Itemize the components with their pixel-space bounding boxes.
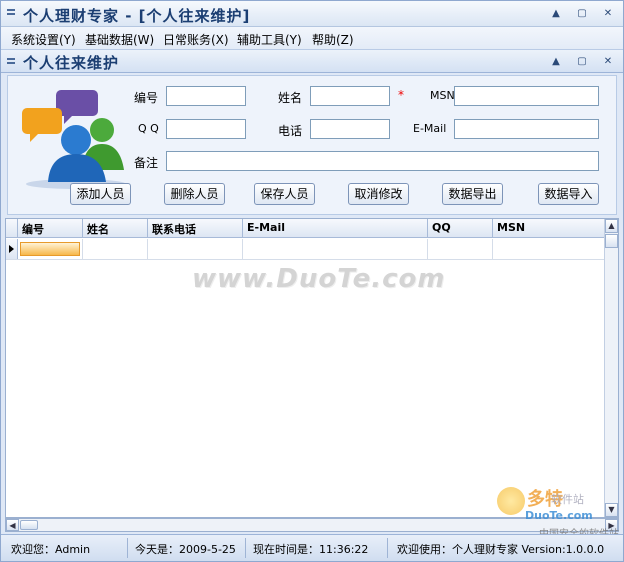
column-header-phone[interactable]: 联系电话 (148, 219, 243, 237)
delete-person-button[interactable]: 删除人员 (164, 183, 225, 205)
table-cell[interactable] (148, 239, 243, 259)
menu-tools[interactable]: 辅助工具(Y) (237, 31, 302, 48)
status-divider (127, 538, 128, 558)
column-header-qq[interactable]: QQ (428, 219, 493, 237)
contact-form-panel: 编号 姓名 * MSN Q Q 电话 E-Mail 备注 添加人员 删除人员 保… (7, 75, 617, 215)
table-header: 编号 姓名 联系电话 E-Mail QQ MSN (6, 219, 604, 238)
status-time: 现在时间是：11:36:22 (253, 543, 369, 556)
msn-field[interactable] (454, 86, 599, 106)
status-divider (387, 538, 388, 558)
name-label: 姓名 (278, 91, 303, 105)
restore-icon[interactable]: ▢ (575, 7, 589, 21)
name-field[interactable] (310, 86, 390, 106)
child-window-title: 个人往来维护 (23, 54, 120, 72)
app-window: 个人理财专家 - [个人往来维护] ▲ ▢ ✕ 系统设置(Y) 基础数据(W) … (0, 0, 624, 562)
title-bar[interactable]: 个人理财专家 - [个人往来维护] ▲ ▢ ✕ (1, 1, 623, 27)
sun-logo-icon (497, 487, 525, 515)
table-row[interactable] (6, 239, 604, 260)
logo-url: DuoTe.com (525, 509, 593, 522)
status-bar: 欢迎您：Admin 今天是：2009-5-25 现在时间是：11:36:22 欢… (1, 534, 623, 561)
child-restore-icon[interactable]: ▢ (575, 55, 589, 69)
required-marker: * (398, 88, 404, 102)
column-header-name[interactable]: 姓名 (83, 219, 148, 237)
add-person-button[interactable]: 添加人员 (70, 183, 131, 205)
qq-label: Q Q (138, 122, 159, 135)
msn-label: MSN (430, 89, 455, 102)
table-cell[interactable] (493, 239, 604, 259)
duote-watermark: www.DuoTe.com (192, 264, 446, 294)
child-window-menu-icon[interactable] (7, 58, 15, 67)
table-cell[interactable] (428, 239, 493, 259)
menu-help[interactable]: 帮助(Z) (312, 31, 354, 48)
export-data-button[interactable]: 数据导出 (442, 183, 503, 205)
status-version: 欢迎使用：个人理财专家 Version:1.0.0.0 (397, 543, 605, 556)
id-field[interactable] (166, 86, 246, 106)
email-field[interactable] (454, 119, 599, 139)
child-window-title-bar[interactable]: 个人往来维护 ▲ ▢ ✕ (1, 49, 623, 73)
import-data-button[interactable]: 数据导入 (538, 183, 599, 205)
window-menu-icon[interactable] (7, 9, 15, 18)
vertical-scroll-thumb[interactable] (605, 234, 618, 248)
active-cell-highlight (20, 242, 80, 256)
phone-label: 电话 (278, 124, 303, 138)
email-label: E-Mail (413, 122, 447, 135)
horizontal-scroll-thumb[interactable] (20, 520, 38, 530)
table-cell[interactable] (243, 239, 428, 259)
status-user: 欢迎您：Admin (11, 543, 91, 556)
table-corner[interactable] (6, 219, 18, 237)
duote-logo: 多特 软件站 DuoTe.com 中国安全的软件站 (493, 483, 621, 540)
contacts-illustration-icon (22, 90, 126, 189)
menu-basic-data[interactable]: 基础数据(W) (85, 31, 154, 48)
scroll-left-icon[interactable]: ◀ (6, 519, 19, 531)
contacts-table[interactable]: 编号 姓名 联系电话 E-Mail QQ MSN ▲ ▼ www.DuoTe.c… (5, 218, 619, 518)
menu-bar: 系统设置(Y) 基础数据(W) 日常账务(X) 辅助工具(Y) 帮助(Z) (1, 27, 623, 49)
minimize-icon[interactable]: ▲ (549, 7, 563, 21)
table-cell[interactable] (83, 239, 148, 259)
logo-sub: 软件站 (551, 493, 584, 506)
child-minimize-icon[interactable]: ▲ (549, 55, 563, 69)
status-divider (245, 538, 246, 558)
menu-system-settings[interactable]: 系统设置(Y) (11, 31, 76, 48)
row-selector[interactable] (6, 239, 18, 259)
menu-daily-accounts[interactable]: 日常账务(X) (163, 31, 229, 48)
column-header-email[interactable]: E-Mail (243, 219, 428, 237)
status-date: 今天是：2009-5-25 (135, 543, 236, 556)
window-title: 个人理财专家 - [个人往来维护] (23, 7, 251, 25)
note-label: 备注 (134, 156, 159, 170)
phone-field[interactable] (310, 119, 390, 139)
qq-field[interactable] (166, 119, 246, 139)
child-close-icon[interactable]: ✕ (601, 55, 615, 69)
note-field[interactable] (166, 151, 599, 171)
column-header-id[interactable]: 编号 (18, 219, 83, 237)
cancel-edit-button[interactable]: 取消修改 (348, 183, 409, 205)
close-icon[interactable]: ✕ (601, 7, 615, 21)
current-row-arrow-icon (9, 245, 14, 253)
id-label: 编号 (134, 91, 159, 105)
table-cell[interactable] (18, 239, 83, 259)
scroll-up-icon[interactable]: ▲ (605, 219, 618, 233)
vertical-scrollbar[interactable]: ▲ ▼ (604, 219, 618, 517)
save-person-button[interactable]: 保存人员 (254, 183, 315, 205)
column-header-msn[interactable]: MSN (493, 219, 604, 237)
